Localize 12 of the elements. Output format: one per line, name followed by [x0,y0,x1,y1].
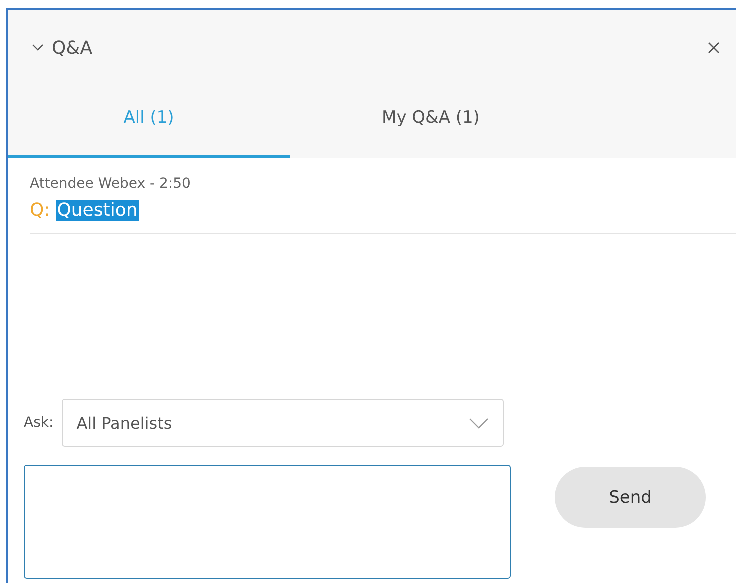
close-icon[interactable] [708,42,720,54]
question-text: Question [56,200,139,221]
ask-label: Ask: [24,415,54,431]
send-button[interactable]: Send [555,467,706,528]
chevron-down-icon [468,418,489,428]
question-input[interactable] [24,465,511,579]
question-prefix: Q: [30,200,50,221]
recipient-dropdown[interactable]: All Panelists [62,399,504,447]
tab[interactable]: My Q&A (1) [290,86,572,158]
chevron-icon[interactable] [32,44,44,52]
panel-title: Q&A [52,38,94,58]
question-meta: Attendee Webex - 2:50 [30,176,192,192]
